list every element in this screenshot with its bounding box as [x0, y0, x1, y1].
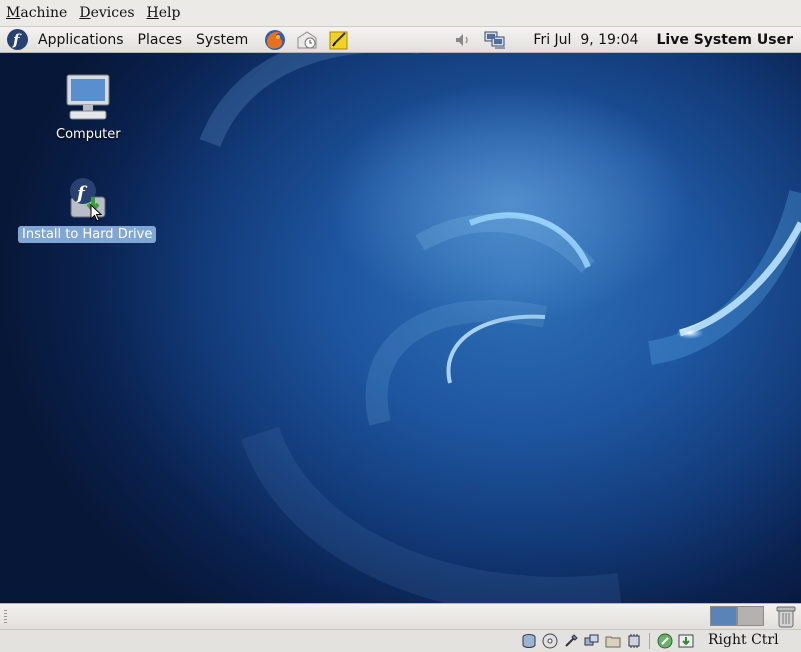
computer-icon [66, 74, 110, 120]
menu-help[interactable]: Help [141, 5, 187, 21]
menu-devices[interactable]: Devices [73, 5, 140, 21]
menu-machine[interactable]: Machine [0, 5, 73, 21]
network-icon[interactable] [483, 28, 507, 52]
panel-grip[interactable] [4, 610, 7, 624]
workspace-1[interactable] [710, 606, 737, 626]
trash-icon[interactable] [775, 605, 797, 628]
shared-folders-icon[interactable] [604, 632, 622, 650]
fedora-logo-icon[interactable]: f [7, 29, 28, 50]
desktop-icon-install[interactable]: f Install to Hard Drive [18, 175, 157, 243]
statusbar-separator [649, 633, 650, 649]
applications-menu[interactable]: Applications [31, 27, 131, 52]
clock[interactable]: Fri Jul 9, 19:04 [527, 32, 644, 48]
bottom-panel [0, 603, 801, 629]
vbox-statusbar: Right Ctrl [0, 629, 801, 652]
desktop: Computer f Install to Hard Drive [0, 53, 801, 603]
places-menu[interactable]: Places [131, 27, 190, 52]
desktop-icon-label: Install to Hard Drive [18, 226, 157, 243]
evolution-mail-icon[interactable] [295, 28, 319, 52]
install-icon: f [70, 178, 106, 218]
user-switcher[interactable]: Live System User [644, 32, 801, 48]
system-menu[interactable]: System [189, 27, 255, 52]
vbox-menubar: Machine Devices Help [0, 0, 801, 27]
desktop-icon-computer[interactable]: Computer [52, 73, 125, 143]
mouse-cursor-icon [90, 204, 102, 222]
volume-icon[interactable] [451, 28, 475, 52]
mouse-integration-icon[interactable] [656, 632, 674, 650]
network-adapter-icon[interactable] [583, 632, 601, 650]
workspace-2[interactable] [737, 606, 764, 626]
notes-icon[interactable] [327, 28, 351, 52]
optical-drive-icon[interactable] [541, 632, 559, 650]
top-panel: f Applications Places System Fri Jul 9, … [0, 27, 801, 53]
usb-icon[interactable] [562, 632, 580, 650]
host-key-label: Right Ctrl [708, 632, 779, 648]
desktop-icon-label: Computer [56, 127, 121, 142]
hard-disk-icon[interactable] [520, 632, 538, 650]
firefox-icon[interactable] [263, 28, 287, 52]
keyboard-capture-icon[interactable] [677, 632, 695, 650]
cpu-icon[interactable] [625, 632, 643, 650]
